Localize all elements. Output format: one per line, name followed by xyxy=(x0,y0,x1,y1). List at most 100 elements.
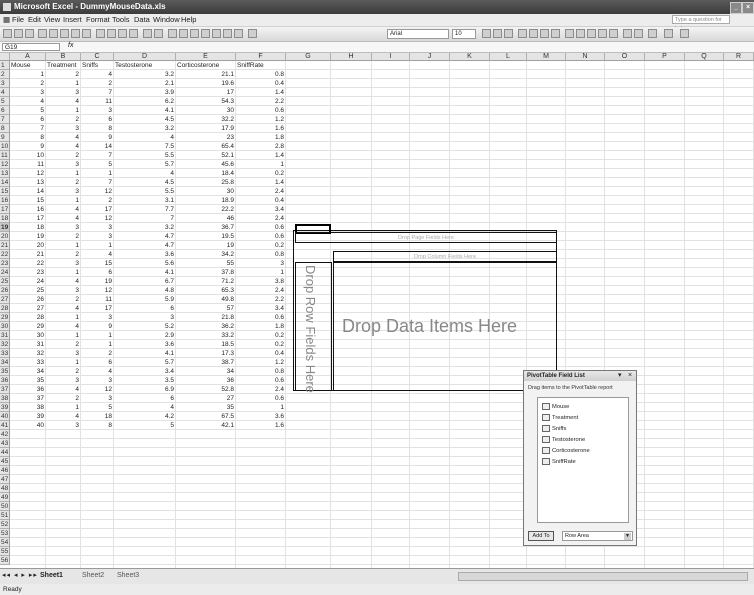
data-cell[interactable]: 2.4 xyxy=(236,187,286,196)
drop-page-fields-zone[interactable]: Drop Page Fields Here xyxy=(295,232,557,243)
data-cell[interactable]: 3.4 xyxy=(236,304,286,313)
data-cell[interactable]: 0.6 xyxy=(236,223,286,232)
data-cell[interactable]: 12 xyxy=(10,169,46,178)
data-cell[interactable]: 1 xyxy=(46,358,81,367)
menu-insert[interactable]: Insert xyxy=(63,15,82,24)
row-header[interactable]: 16 xyxy=(0,196,10,205)
data-cell[interactable]: 17 xyxy=(10,214,46,223)
data-cell[interactable]: 19.5 xyxy=(176,232,236,241)
data-cell[interactable]: 4 xyxy=(10,97,46,106)
data-cell[interactable]: 9 xyxy=(81,322,114,331)
data-cell[interactable]: 3 xyxy=(46,223,81,232)
sheet-tab-sheet3[interactable]: Sheet3 xyxy=(117,571,139,581)
data-cell[interactable]: 3 xyxy=(114,313,176,322)
data-cell[interactable]: 3.5 xyxy=(114,376,176,385)
decrease-indent-icon[interactable] xyxy=(623,29,632,38)
field-item-treatment[interactable]: Treatment xyxy=(542,413,578,423)
data-cell[interactable]: 3.4 xyxy=(236,205,286,214)
data-cell[interactable]: 2 xyxy=(81,79,114,88)
permission-icon[interactable] xyxy=(38,29,47,38)
data-cell[interactable]: 2 xyxy=(46,340,81,349)
data-cell[interactable]: 67.5 xyxy=(176,412,236,421)
drop-row-fields-zone[interactable]: Drop Row Fields Here xyxy=(295,262,332,393)
column-header[interactable]: M xyxy=(527,53,566,61)
data-cell[interactable]: 17.9 xyxy=(176,124,236,133)
excel-app-icon[interactable] xyxy=(3,3,11,11)
panel-close-icon[interactable]: × xyxy=(628,372,632,380)
header-cell[interactable]: Treatment xyxy=(47,61,76,70)
data-cell[interactable]: 18 xyxy=(10,223,46,232)
data-cell[interactable]: 2 xyxy=(46,115,81,124)
data-cell[interactable]: 1.2 xyxy=(236,115,286,124)
menu-window[interactable]: Window xyxy=(153,15,180,24)
underline-icon[interactable] xyxy=(504,29,513,38)
data-cell[interactable]: 3.6 xyxy=(236,412,286,421)
data-cell[interactable]: 4 xyxy=(114,133,176,142)
data-cell[interactable]: 45.6 xyxy=(176,160,236,169)
data-cell[interactable]: 4.1 xyxy=(114,268,176,277)
doc-icon[interactable]: ▦ xyxy=(3,15,10,24)
name-box[interactable]: G19 xyxy=(2,43,60,51)
column-header[interactable]: I xyxy=(372,53,410,61)
data-cell[interactable]: 4.1 xyxy=(114,349,176,358)
zoom-icon[interactable] xyxy=(234,29,243,38)
column-header[interactable]: R xyxy=(724,53,754,61)
data-cell[interactable]: 2.4 xyxy=(236,286,286,295)
data-cell[interactable]: 30 xyxy=(176,187,236,196)
data-cell[interactable]: 2.1 xyxy=(114,79,176,88)
data-cell[interactable]: 4 xyxy=(46,214,81,223)
data-cell[interactable]: 0.4 xyxy=(236,196,286,205)
column-header[interactable]: B xyxy=(46,53,81,61)
column-header[interactable]: N xyxy=(566,53,605,61)
data-cell[interactable]: 1 xyxy=(81,331,114,340)
row-header[interactable]: 44 xyxy=(0,448,10,457)
data-cell[interactable]: 17 xyxy=(81,205,114,214)
data-cell[interactable]: 1.4 xyxy=(236,151,286,160)
data-cell[interactable]: 4.5 xyxy=(114,178,176,187)
merge-center-icon[interactable] xyxy=(551,29,560,38)
data-cell[interactable]: 1 xyxy=(46,268,81,277)
data-cell[interactable]: 3 xyxy=(46,88,81,97)
data-cell[interactable]: 3.1 xyxy=(114,196,176,205)
data-cell[interactable]: 5.9 xyxy=(114,295,176,304)
row-header[interactable]: 19 xyxy=(0,223,10,232)
data-cell[interactable]: 1.2 xyxy=(236,358,286,367)
data-cell[interactable]: 40 xyxy=(10,421,46,430)
data-cell[interactable]: 1.6 xyxy=(236,124,286,133)
data-cell[interactable]: 71.2 xyxy=(176,277,236,286)
row-header[interactable]: 38 xyxy=(0,394,10,403)
menu-help[interactable]: Help xyxy=(181,15,196,24)
add-to-button[interactable]: Add To xyxy=(528,531,554,541)
row-header[interactable]: 2 xyxy=(0,70,10,79)
print-preview-icon[interactable] xyxy=(60,29,69,38)
data-cell[interactable]: 2 xyxy=(46,367,81,376)
row-header[interactable]: 54 xyxy=(0,538,10,547)
column-header[interactable]: G xyxy=(286,53,331,61)
autosum-icon[interactable] xyxy=(179,29,188,38)
data-cell[interactable]: 0.8 xyxy=(236,250,286,259)
data-cell[interactable]: 3 xyxy=(46,124,81,133)
data-cell[interactable]: 19 xyxy=(176,241,236,250)
data-cell[interactable]: 8 xyxy=(81,421,114,430)
row-header[interactable]: 17 xyxy=(0,205,10,214)
column-header[interactable]: J xyxy=(410,53,450,61)
data-cell[interactable]: 35 xyxy=(10,376,46,385)
menu-view[interactable]: View xyxy=(44,15,60,24)
row-header[interactable]: 30 xyxy=(0,322,10,331)
row-header[interactable]: 48 xyxy=(0,484,10,493)
data-cell[interactable]: 2.2 xyxy=(236,295,286,304)
paste-icon[interactable] xyxy=(118,29,127,38)
chevron-down-icon[interactable]: ▼ xyxy=(624,533,631,540)
header-cell[interactable]: SniffRate xyxy=(237,61,264,70)
data-cell[interactable]: 1 xyxy=(46,241,81,250)
data-cell[interactable]: 54.3 xyxy=(176,97,236,106)
help-search-input[interactable]: Type a question for help xyxy=(672,15,730,32)
data-cell[interactable]: 3 xyxy=(81,394,114,403)
data-cell[interactable]: 1.4 xyxy=(236,88,286,97)
data-cell[interactable]: 0.6 xyxy=(236,313,286,322)
font-name-select[interactable]: Arial xyxy=(387,29,449,39)
data-cell[interactable]: 5.5 xyxy=(114,187,176,196)
data-cell[interactable]: 8 xyxy=(10,133,46,142)
row-header[interactable]: 4 xyxy=(0,88,10,97)
row-header[interactable]: 12 xyxy=(0,160,10,169)
